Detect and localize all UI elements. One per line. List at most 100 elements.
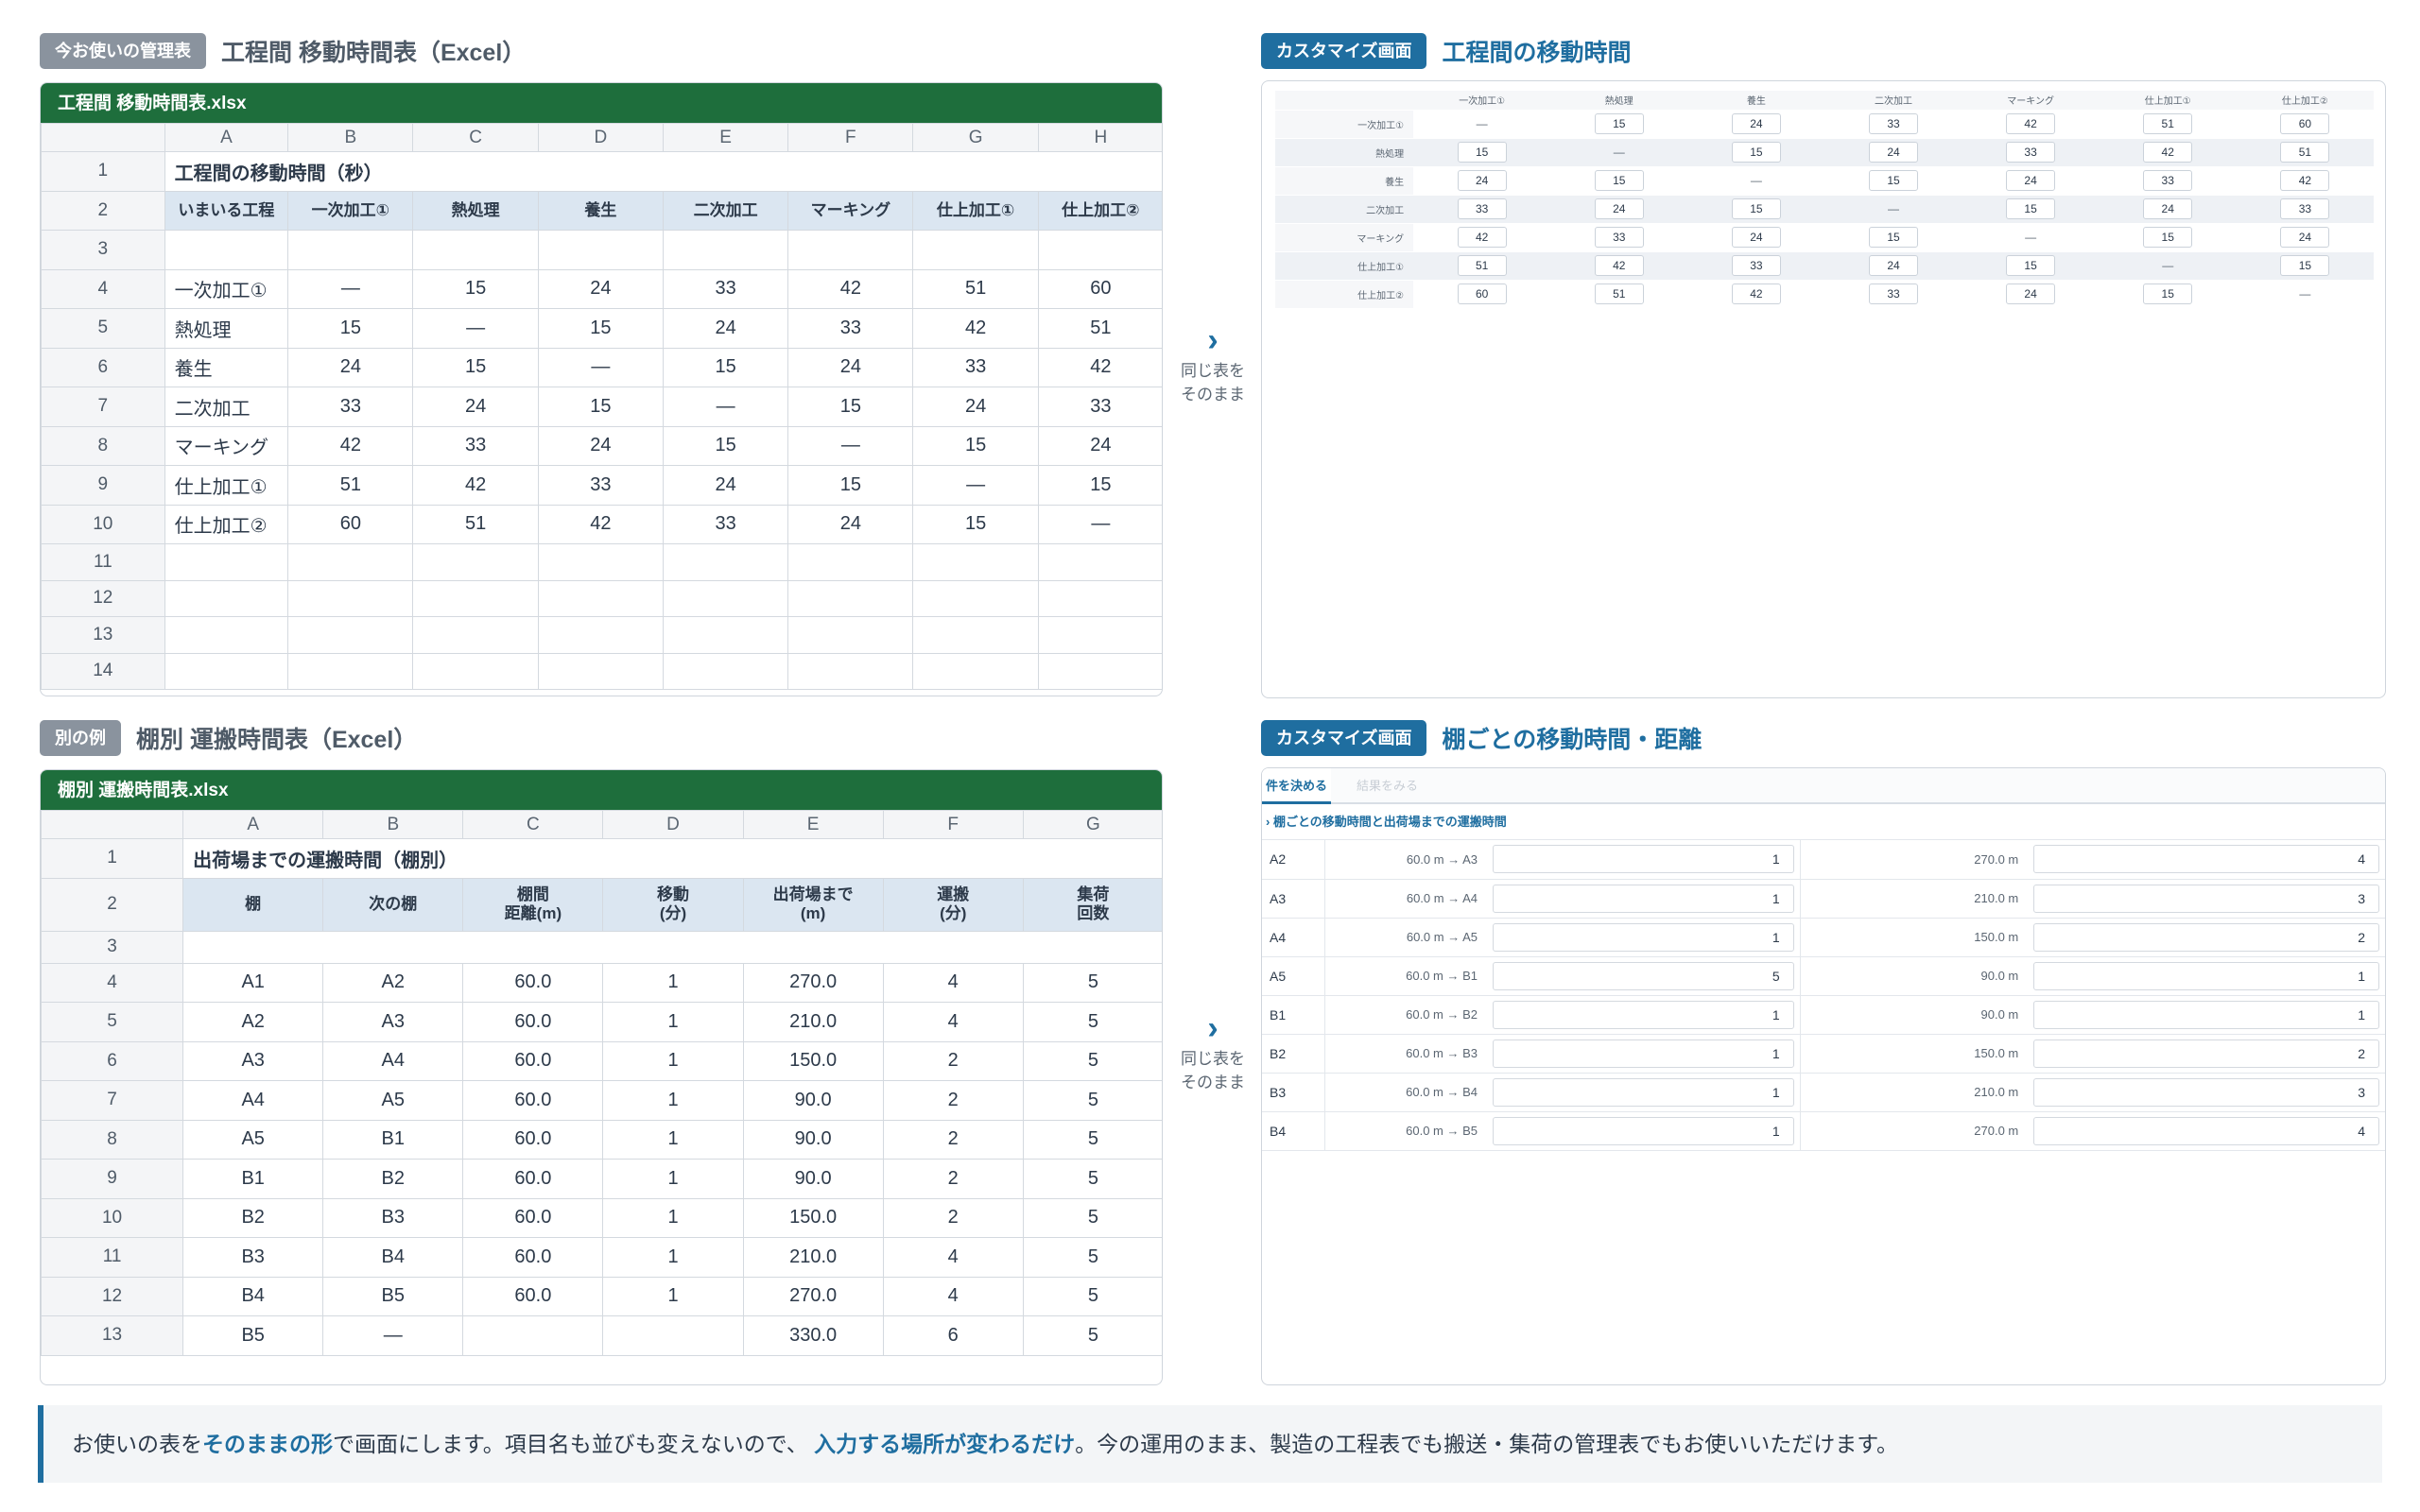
header-cell[interactable]: 棚間 距離(m)	[462, 877, 604, 932]
data-cell[interactable]: B1	[182, 1159, 324, 1199]
data-cell[interactable]: A5	[322, 1080, 464, 1121]
data-cell[interactable]: 1	[602, 1080, 744, 1121]
sheet-title-cell[interactable]: 工程間の移動時間（秒）	[164, 151, 1162, 192]
matrix-input[interactable]: 15	[2143, 227, 2193, 248]
data-cell[interactable]: A3	[322, 1002, 464, 1042]
data-cell[interactable]: 1	[602, 1002, 744, 1042]
data-cell[interactable]: 1	[602, 1237, 744, 1278]
data-cell[interactable]: 1	[602, 962, 744, 1003]
data-cell[interactable]: 90.0	[742, 1119, 884, 1160]
data-cell[interactable]: 4	[882, 1276, 1024, 1316]
data-cell[interactable]: 210.0	[742, 1237, 884, 1278]
matrix-input[interactable]: 33	[2280, 198, 2330, 219]
data-cell[interactable]: B5	[182, 1315, 324, 1356]
data-cell[interactable]: 330.0	[742, 1315, 884, 1356]
data-cell[interactable]: 15	[662, 347, 789, 387]
data-cell[interactable]: B3	[322, 1197, 464, 1238]
header-cell[interactable]: 運搬 (分)	[882, 877, 1024, 932]
data-cell[interactable]: 15	[537, 387, 664, 427]
matrix-input[interactable]: 42	[2143, 142, 2193, 163]
data-cell[interactable]: 5	[1022, 962, 1162, 1003]
data-cell[interactable]: 24	[662, 308, 789, 349]
data-cell[interactable]: 養生	[164, 347, 289, 387]
carry-time-input[interactable]: 4	[2033, 845, 2379, 874]
empty-cell[interactable]	[287, 616, 414, 654]
matrix-input[interactable]: 24	[2006, 170, 2056, 191]
tab-conditions[interactable]: 件を決める	[1262, 768, 1332, 804]
data-cell[interactable]: 1	[602, 1197, 744, 1238]
empty-cell[interactable]	[164, 579, 289, 617]
matrix-input[interactable]: 33	[1594, 227, 1644, 248]
header-cell[interactable]: 熱処理	[412, 190, 539, 231]
data-cell[interactable]: 42	[912, 308, 1039, 349]
matrix-input[interactable]: 24	[2143, 198, 2193, 219]
data-cell[interactable]: 60.0	[462, 1002, 604, 1042]
empty-cell[interactable]	[912, 652, 1039, 690]
data-cell[interactable]: 33	[662, 268, 789, 309]
move-time-input[interactable]: 1	[1493, 884, 1794, 913]
data-cell[interactable]: 15	[912, 504, 1039, 544]
move-time-input[interactable]: 1	[1493, 1000, 1794, 1029]
matrix-input[interactable]: 15	[1869, 170, 1918, 191]
data-cell[interactable]: —	[322, 1315, 464, 1356]
data-cell[interactable]: 15	[412, 268, 539, 309]
empty-cell[interactable]	[787, 543, 914, 581]
data-cell[interactable]: 5	[1022, 1315, 1162, 1356]
data-cell[interactable]: 90.0	[742, 1159, 884, 1199]
data-cell[interactable]: 1	[602, 1040, 744, 1081]
sheet-title-cell[interactable]: 出荷場までの運搬時間（棚別）	[182, 838, 1162, 879]
matrix-input[interactable]: 42	[1457, 227, 1507, 248]
matrix-input[interactable]: 15	[1457, 142, 1507, 163]
matrix-input[interactable]: 60	[2280, 113, 2330, 134]
data-cell[interactable]: 60.0	[462, 1237, 604, 1278]
data-cell[interactable]: 24	[912, 387, 1039, 427]
empty-cell[interactable]	[787, 230, 914, 270]
empty-cell[interactable]	[1037, 652, 1162, 690]
empty-cell[interactable]	[787, 579, 914, 617]
matrix-input[interactable]: 15	[2143, 284, 2193, 304]
data-cell[interactable]: 42	[787, 268, 914, 309]
empty-cell[interactable]	[412, 616, 539, 654]
empty-cell[interactable]	[537, 616, 664, 654]
matrix-input[interactable]: 24	[1731, 227, 1781, 248]
empty-cell[interactable]	[537, 230, 664, 270]
data-cell[interactable]: 15	[1037, 465, 1162, 506]
data-cell[interactable]: 6	[882, 1315, 1024, 1356]
matrix-input[interactable]: 15	[2006, 198, 2056, 219]
data-cell[interactable]: 33	[287, 387, 414, 427]
data-cell[interactable]: A5	[182, 1119, 324, 1160]
data-cell[interactable]: 51	[912, 268, 1039, 309]
matrix-input[interactable]: 24	[1731, 113, 1781, 134]
empty-cell[interactable]	[662, 652, 789, 690]
data-cell[interactable]: 42	[412, 465, 539, 506]
empty-cell[interactable]	[1037, 543, 1162, 581]
empty-cell[interactable]	[164, 543, 289, 581]
data-cell[interactable]: 24	[537, 268, 664, 309]
data-cell[interactable]: B1	[322, 1119, 464, 1160]
data-cell[interactable]: 60.0	[462, 1080, 604, 1121]
matrix-input[interactable]: 15	[2280, 255, 2330, 276]
data-cell[interactable]: —	[537, 347, 664, 387]
empty-cell[interactable]	[287, 652, 414, 690]
empty-cell[interactable]	[164, 616, 289, 654]
data-cell[interactable]: 270.0	[742, 962, 884, 1003]
carry-time-input[interactable]: 3	[2033, 884, 2379, 913]
empty-cell[interactable]	[1037, 616, 1162, 654]
data-cell[interactable]: B3	[182, 1237, 324, 1278]
empty-cell[interactable]	[412, 579, 539, 617]
carry-time-input[interactable]: 2	[2033, 1039, 2379, 1068]
data-cell[interactable]: —	[787, 425, 914, 466]
header-cell[interactable]: 養生	[537, 190, 664, 231]
matrix-input[interactable]: 51	[1594, 284, 1644, 304]
matrix-input[interactable]: 15	[1731, 142, 1781, 163]
matrix-input[interactable]: 15	[1594, 170, 1644, 191]
data-cell[interactable]: 24	[287, 347, 414, 387]
empty-cell[interactable]	[412, 230, 539, 270]
data-cell[interactable]: 仕上加工②	[164, 504, 289, 544]
matrix-input[interactable]: 33	[1869, 284, 1918, 304]
data-cell[interactable]: 24	[537, 425, 664, 466]
data-cell[interactable]: 4	[882, 1002, 1024, 1042]
data-cell[interactable]: 5	[1022, 1197, 1162, 1238]
matrix-input[interactable]: 51	[2143, 113, 2193, 134]
data-cell[interactable]: 33	[912, 347, 1039, 387]
